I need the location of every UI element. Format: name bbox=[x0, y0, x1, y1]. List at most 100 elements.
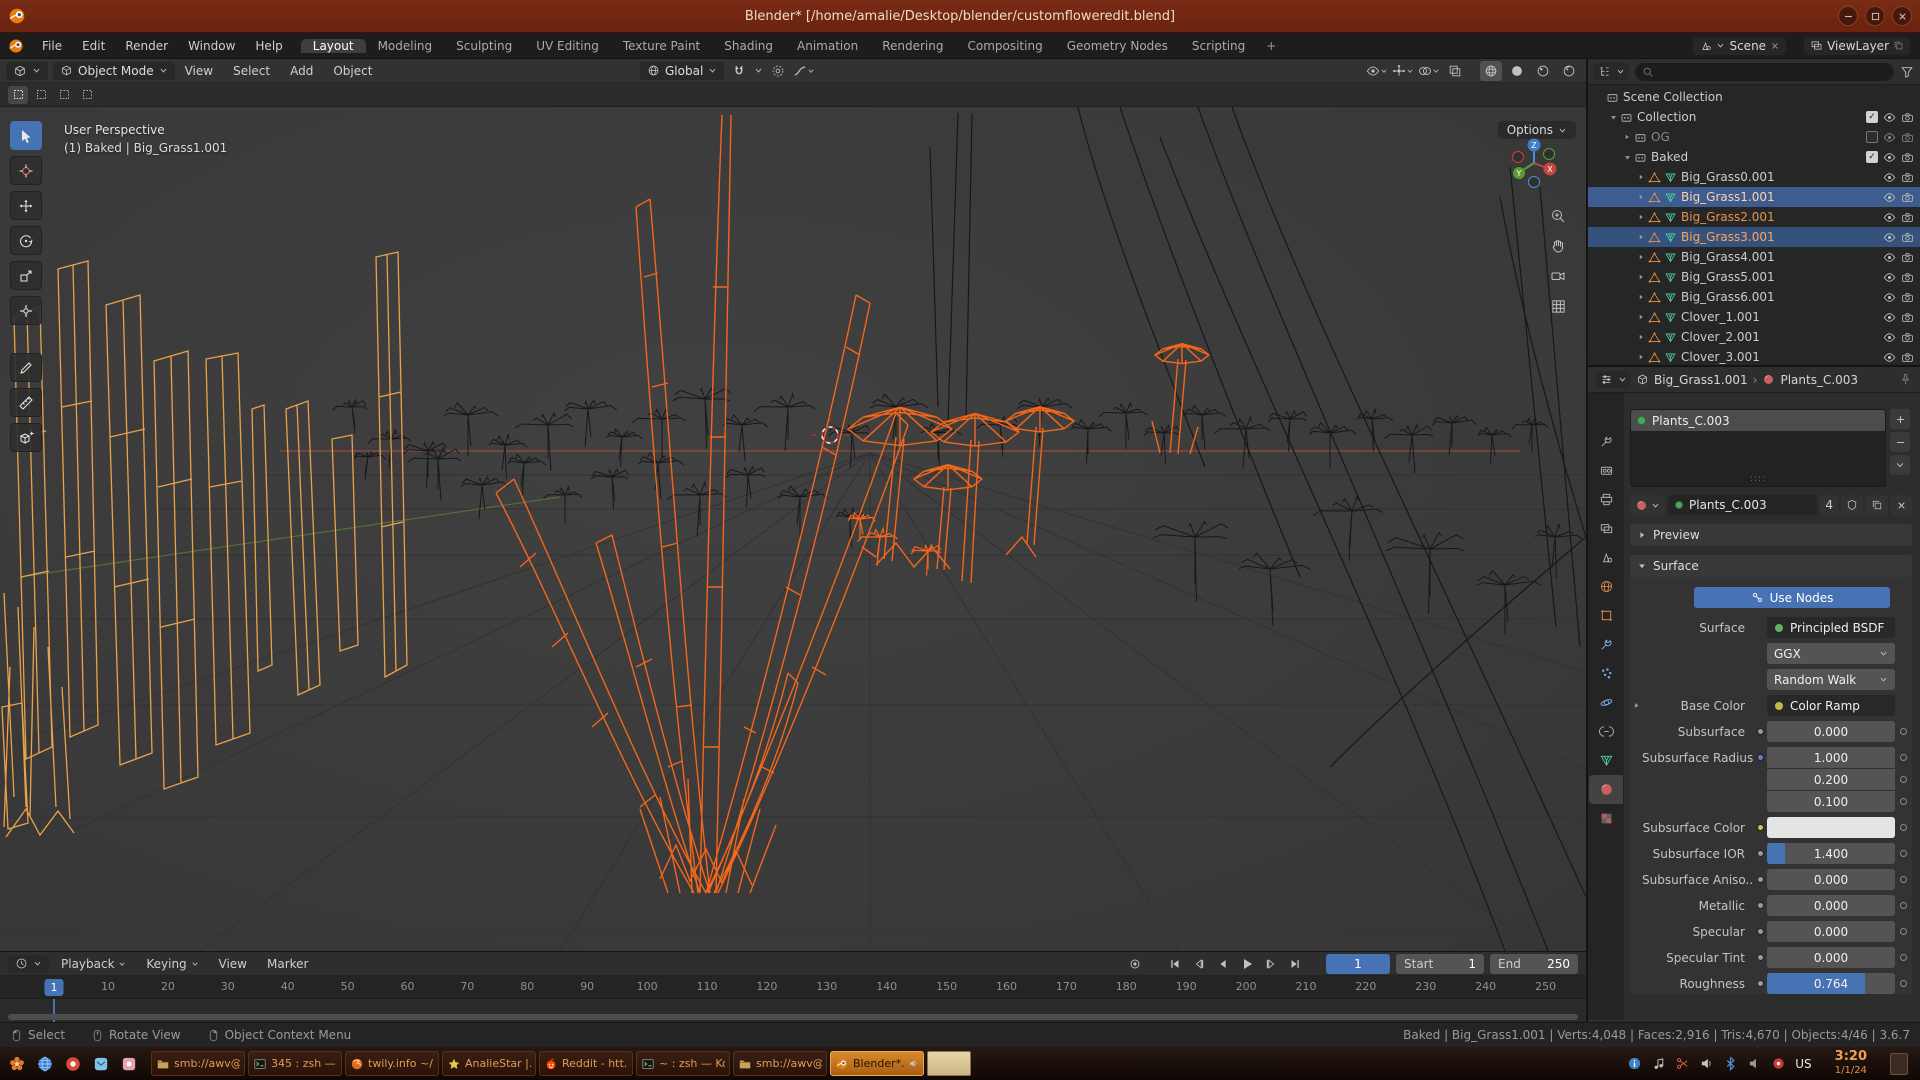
slider-field[interactable]: 0.764 bbox=[1767, 973, 1895, 994]
camera-icon[interactable] bbox=[1901, 131, 1914, 144]
menu-window[interactable]: Window bbox=[178, 39, 245, 53]
expand-arrow-icon[interactable] bbox=[1634, 353, 1648, 361]
timeline-menu-view[interactable]: View bbox=[209, 957, 257, 971]
frame-start-field[interactable]: Start1 bbox=[1396, 954, 1484, 974]
play-reverse-button[interactable] bbox=[1212, 954, 1234, 974]
shading-material-button[interactable] bbox=[1532, 61, 1554, 81]
proportional-edit-toggle[interactable] bbox=[767, 61, 789, 81]
new-viewlayer-icon[interactable] bbox=[1893, 40, 1904, 51]
jump-to-start-button[interactable] bbox=[1164, 954, 1186, 974]
titlebar[interactable]: Blender* [/home/amalie/Desktop/blender/c… bbox=[0, 0, 1920, 33]
expand-arrow-icon[interactable] bbox=[1634, 293, 1648, 301]
outliner-row-baked[interactable]: Baked✓ bbox=[1588, 147, 1920, 167]
viewport-menu-object[interactable]: Object bbox=[323, 64, 382, 78]
viewport-menu-view[interactable]: View bbox=[175, 64, 223, 78]
properties-tab-particles[interactable] bbox=[1589, 659, 1623, 688]
decorator-dot[interactable] bbox=[1895, 850, 1912, 857]
playhead-badge[interactable]: 1 bbox=[45, 979, 64, 996]
menu-dropdown[interactable]: Random Walk bbox=[1767, 669, 1895, 690]
tool-scale-button[interactable] bbox=[10, 261, 42, 290]
value-field[interactable]: 0.000 bbox=[1767, 947, 1895, 968]
expand-arrow-icon[interactable] bbox=[1634, 193, 1648, 201]
scene-selector[interactable]: Scene bbox=[1693, 37, 1786, 55]
close-button[interactable] bbox=[1892, 6, 1912, 26]
transform-orientation-dropdown[interactable]: Global bbox=[640, 62, 724, 80]
tray-info-icon[interactable] bbox=[1627, 1056, 1642, 1071]
breadcrumb-object[interactable]: Big_Grass1.001 bbox=[1654, 373, 1748, 387]
tab-scripting[interactable]: Scripting bbox=[1180, 39, 1257, 53]
menu-help[interactable]: Help bbox=[245, 39, 292, 53]
camera-icon[interactable] bbox=[1901, 311, 1914, 324]
tab-uv-editing[interactable]: UV Editing bbox=[524, 39, 611, 53]
properties-tab-object-data[interactable] bbox=[1589, 746, 1623, 775]
tab-compositing[interactable]: Compositing bbox=[955, 39, 1054, 53]
shading-solid-button[interactable] bbox=[1506, 61, 1528, 81]
outliner-row-big-grass0-001[interactable]: Big_Grass0.001 bbox=[1588, 167, 1920, 187]
tray-scissors-icon[interactable] bbox=[1675, 1056, 1690, 1071]
camera-view-button[interactable] bbox=[1545, 263, 1571, 289]
exclude-checkbox[interactable]: ✓ bbox=[1866, 111, 1878, 123]
tool-select-button[interactable] bbox=[10, 121, 42, 150]
mode-dropdown[interactable]: Object Mode bbox=[53, 62, 175, 80]
tray-speaker2-icon[interactable] bbox=[1747, 1056, 1762, 1071]
editor-type-button[interactable] bbox=[6, 62, 48, 80]
properties-tab-material[interactable] bbox=[1589, 775, 1623, 804]
tool-addcube-button[interactable] bbox=[10, 423, 42, 452]
outliner-row-clover-3-001[interactable]: Clover_3.001 bbox=[1588, 347, 1920, 365]
snap-options-chevron[interactable] bbox=[754, 66, 763, 75]
select-mode-button-0[interactable] bbox=[8, 86, 28, 104]
tray-speaker-icon[interactable] bbox=[1699, 1056, 1714, 1071]
snap-toggle[interactable] bbox=[728, 61, 750, 81]
taskbar-window-345-zsh-[interactable]: 345 : zsh — ... bbox=[248, 1051, 342, 1076]
color-swatch[interactable] bbox=[1767, 817, 1895, 838]
frame-end-field[interactable]: End250 bbox=[1490, 954, 1578, 974]
navigation-gizmo[interactable]: Z X Y bbox=[1506, 135, 1562, 191]
tool-annotate-button[interactable] bbox=[10, 353, 42, 382]
timeline-track[interactable] bbox=[0, 999, 1586, 1022]
eye-icon[interactable] bbox=[1883, 171, 1896, 184]
outliner-item-label[interactable]: Big_Grass6.001 bbox=[1681, 290, 1775, 304]
eye-icon[interactable] bbox=[1883, 311, 1896, 324]
properties-tab-texture[interactable] bbox=[1589, 804, 1623, 833]
add-slot-button[interactable] bbox=[1890, 409, 1910, 429]
minimize-button[interactable] bbox=[1838, 6, 1858, 26]
outliner-item-label[interactable]: Big_Grass1.001 bbox=[1681, 190, 1775, 204]
use-nodes-button[interactable]: Use Nodes bbox=[1694, 587, 1890, 608]
decorator-dot[interactable] bbox=[1895, 928, 1912, 935]
expand-arrow-icon[interactable] bbox=[1620, 133, 1634, 141]
launcher-flower-icon[interactable] bbox=[4, 1051, 30, 1077]
properties-tab-output[interactable] bbox=[1589, 485, 1623, 514]
unlink-material-button[interactable] bbox=[1891, 495, 1912, 515]
timeline-menu-keying[interactable]: Keying bbox=[136, 957, 208, 971]
viewlayer-selector[interactable]: ViewLayer bbox=[1804, 37, 1910, 55]
tab-animation[interactable]: Animation bbox=[785, 39, 870, 53]
properties-tab-constraints[interactable] bbox=[1589, 717, 1623, 746]
camera-icon[interactable] bbox=[1901, 251, 1914, 264]
properties-tab-render[interactable] bbox=[1589, 456, 1623, 485]
tool-transform-button[interactable] bbox=[10, 296, 42, 325]
show-desktop-button[interactable] bbox=[1890, 1053, 1908, 1075]
next-keyframe-button[interactable] bbox=[1260, 954, 1282, 974]
decorator-dot[interactable] bbox=[1895, 754, 1912, 761]
outliner-item-label[interactable]: Big_Grass5.001 bbox=[1681, 270, 1775, 284]
decorator-dot[interactable] bbox=[1895, 824, 1912, 831]
outliner-item-label[interactable]: Clover_1.001 bbox=[1681, 310, 1760, 324]
tab-texture-paint[interactable]: Texture Paint bbox=[611, 39, 712, 53]
camera-icon[interactable] bbox=[1901, 151, 1914, 164]
taskbar-window-smb-awv-[interactable]: smb://awv@... bbox=[151, 1051, 245, 1076]
outliner-item-label[interactable]: Big_Grass4.001 bbox=[1681, 250, 1775, 264]
collapse-arrow-icon[interactable] bbox=[1606, 113, 1620, 122]
outliner-row-big-grass2-001[interactable]: Big_Grass2.001 bbox=[1588, 207, 1920, 227]
menu-render[interactable]: Render bbox=[115, 39, 178, 53]
outliner-row-big-grass6-001[interactable]: Big_Grass6.001 bbox=[1588, 287, 1920, 307]
outliner-item-label[interactable]: Collection bbox=[1637, 110, 1696, 124]
unlink-scene-icon[interactable] bbox=[1770, 41, 1780, 51]
taskbar-window-reddit-htt-[interactable]: Reddit - htt... bbox=[539, 1051, 633, 1076]
xray-toggle[interactable] bbox=[1444, 61, 1466, 81]
expand-arrow-icon[interactable] bbox=[1634, 253, 1648, 261]
visibility-dropdown[interactable] bbox=[1366, 61, 1388, 81]
select-mode-button-3[interactable] bbox=[77, 86, 97, 104]
tool-measure-button[interactable] bbox=[10, 388, 42, 417]
value-field[interactable]: 1.000 bbox=[1767, 747, 1895, 768]
slider-field[interactable]: 1.400 bbox=[1767, 843, 1895, 864]
